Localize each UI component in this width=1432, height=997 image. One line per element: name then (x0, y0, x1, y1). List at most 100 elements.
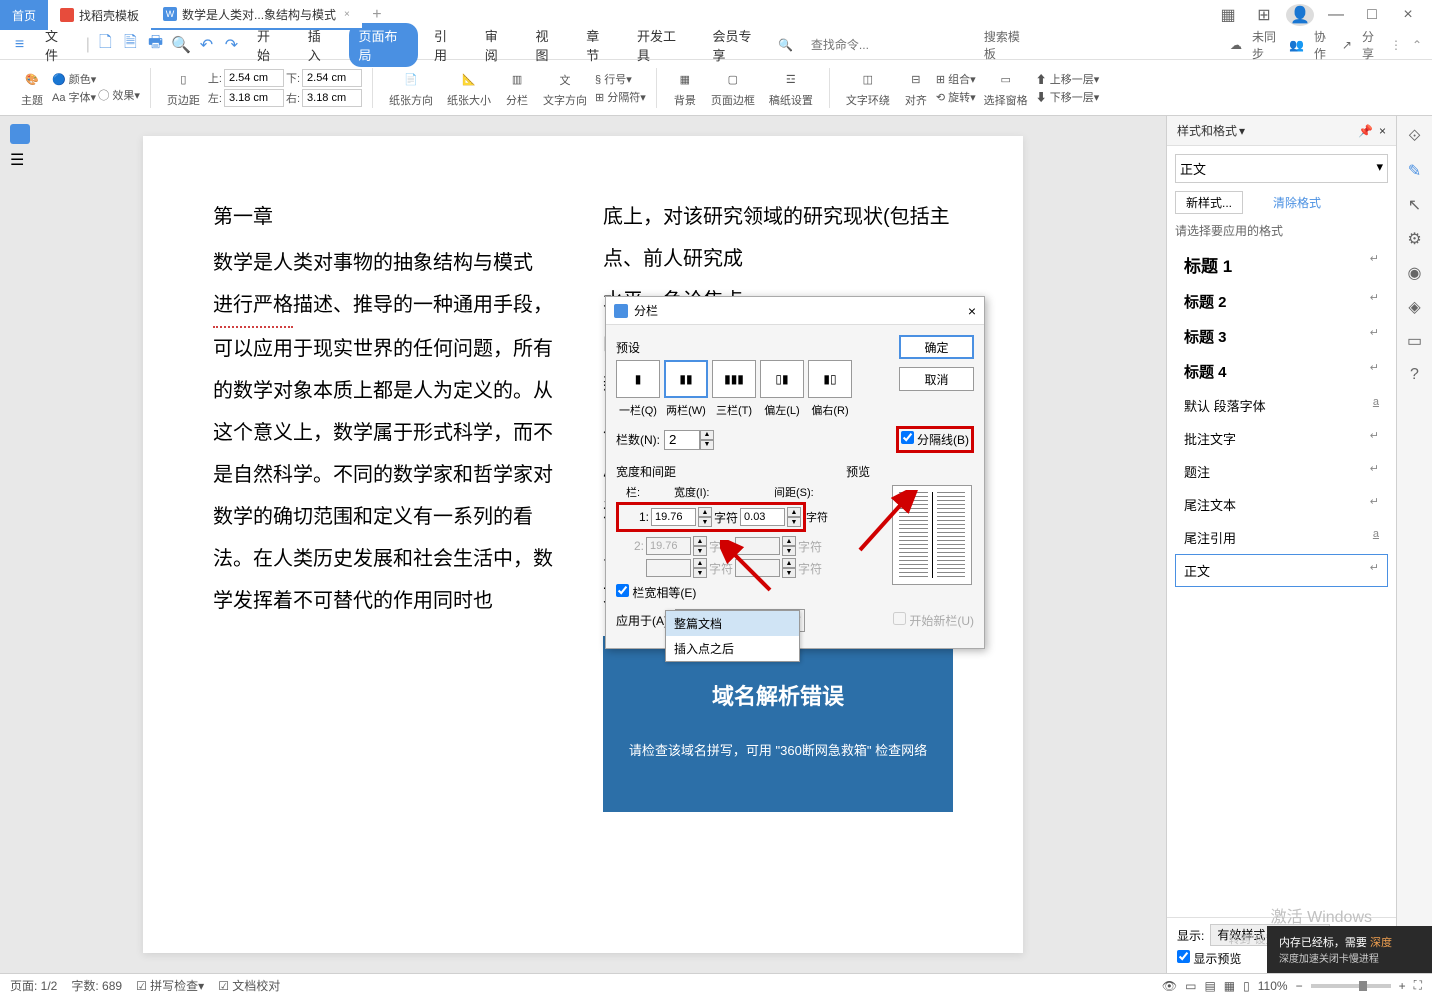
color-button[interactable]: 🔵 颜色▾ (52, 71, 96, 87)
down-layer-button[interactable]: ⬇ 下移一层▾ (1036, 89, 1100, 105)
tool-icon-7[interactable]: ▭ (1404, 330, 1426, 352)
style-heading-3[interactable]: 标题 3↵ (1175, 319, 1388, 354)
print-icon[interactable]: 🖶 (146, 35, 165, 55)
maximize-button[interactable]: □ (1358, 4, 1386, 26)
style-body[interactable]: 正文↵ (1175, 554, 1388, 587)
style-caption[interactable]: 题注↵ (1175, 455, 1388, 488)
view-icon-5[interactable]: ▯ (1243, 979, 1250, 993)
save-icon[interactable]: 🗋 (96, 35, 115, 55)
tab-document[interactable]: W 数学是人类对...象结构与模式 × (151, 0, 362, 30)
margin-button[interactable]: ▯页边距 (161, 66, 206, 110)
close-button[interactable]: × (1394, 4, 1422, 26)
columns-button[interactable]: ▥分栏 (499, 66, 535, 110)
font-button[interactable]: Aa 字体▾ (52, 89, 96, 105)
draft-settings-button[interactable]: ☲稿纸设置 (763, 66, 819, 110)
style-default-font[interactable]: 默认 段落字体a (1175, 389, 1388, 422)
margin-right-input[interactable] (302, 89, 362, 107)
minimize-button[interactable]: — (1322, 4, 1350, 26)
unsync-label[interactable]: 未同步 (1252, 28, 1279, 62)
preset-two[interactable]: ▮▮ (664, 360, 708, 398)
style-endnote-text[interactable]: 尾注文本↵ (1175, 488, 1388, 521)
zoom-label[interactable]: 110% (1258, 979, 1288, 993)
separator-checkbox[interactable]: 分隔线(B) (901, 433, 969, 447)
row1-spacing[interactable] (740, 508, 785, 526)
style-endnote-ref[interactable]: 尾注引用a (1175, 521, 1388, 554)
style-comment[interactable]: 批注文字↵ (1175, 422, 1388, 455)
wrap-button[interactable]: ◫文字环绕 (840, 66, 896, 110)
page-count[interactable]: 页面: 1/2 (10, 977, 57, 994)
preset-one[interactable]: ▮ (616, 360, 660, 398)
doc-scroll[interactable]: ☰ 第一章 数学是人类对事物的抽象结构与模式进行严格描述、推导的一种通用手段，可… (0, 116, 1166, 973)
panel-close-icon[interactable]: × (1379, 124, 1386, 138)
view-icon-3[interactable]: ▤ (1204, 979, 1215, 993)
theme-button[interactable]: 🎨主题 (14, 66, 50, 110)
zoom-in[interactable]: + (1399, 979, 1406, 993)
row1-spacing-unit[interactable]: 字符 (806, 512, 828, 524)
menu-section[interactable]: 章节 (576, 23, 621, 67)
save-as-icon[interactable]: 🗎 (121, 35, 140, 55)
cols-num-input[interactable] (664, 430, 700, 450)
preset-three[interactable]: ▮▮▮ (712, 360, 756, 398)
cols-down[interactable]: ▼ (700, 440, 714, 450)
preset-right[interactable]: ▮▯ (808, 360, 852, 398)
paper-size-button[interactable]: 📐纸张大小 (441, 66, 497, 110)
dialog-close[interactable]: × (968, 303, 976, 319)
zoom-out[interactable]: − (1296, 979, 1303, 993)
current-style[interactable]: 正文▾ (1175, 154, 1388, 183)
menu-dev[interactable]: 开发工具 (627, 23, 696, 67)
ok-button[interactable]: 确定 (899, 335, 974, 359)
tab-close-icon[interactable]: × (344, 9, 350, 20)
tab-templates[interactable]: 找稻壳模板 (48, 0, 151, 30)
cancel-button[interactable]: 取消 (899, 367, 974, 391)
new-style-button[interactable]: 新样式... (1175, 191, 1243, 214)
view-icon-4[interactable]: ▦ (1224, 979, 1235, 993)
coop-label[interactable]: 协作 (1314, 28, 1332, 62)
background-button[interactable]: ▦背景 (667, 66, 703, 110)
collapse-icon[interactable]: ⌃ (1412, 38, 1422, 52)
clear-format-button[interactable]: 清除格式 (1263, 191, 1331, 214)
margin-top-input[interactable] (224, 69, 284, 87)
tool-icon-2[interactable]: ✎ (1404, 160, 1426, 182)
preset-left[interactable]: ▯▮ (760, 360, 804, 398)
apps-icon[interactable]: ⊞ (1250, 4, 1278, 26)
search-command-input[interactable] (803, 36, 974, 54)
locator-icon[interactable] (10, 124, 30, 144)
tab-home[interactable]: 首页 (0, 0, 48, 30)
dropdown-option-whole[interactable]: 整篇文档 (666, 611, 799, 636)
cols-up[interactable]: ▲ (700, 430, 714, 440)
fit-icon[interactable]: ⛶ (1414, 978, 1422, 993)
menu-view[interactable]: 视图 (526, 23, 571, 67)
group-button[interactable]: ⊞ 组合▾ (936, 71, 976, 87)
view-icon-2[interactable]: ▭ (1185, 979, 1196, 993)
redo-icon[interactable]: ↷ (222, 35, 241, 55)
more-icon[interactable]: ⋮ (1390, 38, 1402, 52)
rotate-button[interactable]: ⟲ 旋转▾ (936, 89, 976, 105)
menu-icon[interactable]: ≡ (10, 35, 29, 55)
undo-icon[interactable]: ↶ (197, 35, 216, 55)
tool-icon-3[interactable]: ↖ (1404, 194, 1426, 216)
search-template[interactable]: 搜索模板 (984, 28, 1020, 62)
page-border-button[interactable]: ▢页面边框 (705, 66, 761, 110)
tool-icon-4[interactable]: ⚙ (1404, 228, 1426, 250)
pin-icon[interactable]: 📌 (1358, 124, 1373, 138)
spell-check[interactable]: ☑ 拼写检查▾ (136, 977, 204, 994)
text-direction-button[interactable]: 文文字方向 (537, 66, 593, 110)
tool-icon-8[interactable]: ? (1404, 364, 1426, 386)
effect-button[interactable]: ◯ 效果▾ (98, 87, 140, 103)
equal-width-checkbox[interactable]: 栏宽相等(E) (616, 586, 696, 600)
select-pane-button[interactable]: ▭选择窗格 (978, 66, 1034, 110)
word-count[interactable]: 字数: 689 (71, 977, 122, 994)
avatar[interactable]: 👤 (1286, 4, 1314, 26)
style-heading-4[interactable]: 标题 4↵ (1175, 354, 1388, 389)
menu-review[interactable]: 审阅 (475, 23, 520, 67)
show-preview-checkbox[interactable]: 显示预览 (1177, 950, 1241, 967)
memory-notification[interactable]: 内存已经标，需要 深度 深度加速关闭卡慢进程 (1267, 926, 1432, 973)
style-heading-2[interactable]: 标题 2↵ (1175, 284, 1388, 319)
tool-icon-6[interactable]: ◈ (1404, 296, 1426, 318)
dropdown-option-after[interactable]: 插入点之后 (666, 636, 799, 661)
margin-left-input[interactable] (224, 89, 284, 107)
margin-bottom-input[interactable] (302, 69, 362, 87)
share-label[interactable]: 分享 (1362, 28, 1380, 62)
break-button[interactable]: ⊞ 分隔符▾ (595, 89, 646, 105)
outline-icon[interactable]: ☰ (10, 150, 30, 170)
